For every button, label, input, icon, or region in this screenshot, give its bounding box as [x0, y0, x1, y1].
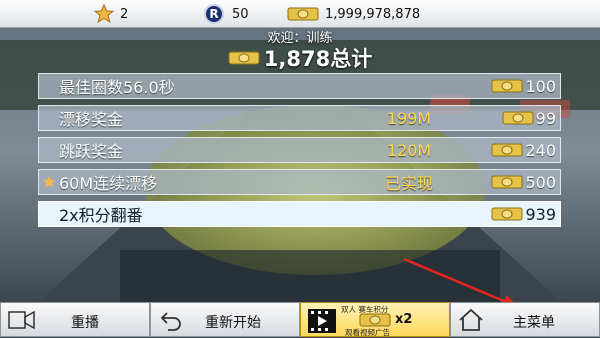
replay-camera-icon	[7, 308, 37, 336]
replay-label: 重播	[71, 315, 99, 331]
watch-video-double-button[interactable]: 双人 赛车积分 x2 观看视频广告	[300, 302, 450, 337]
replay-button[interactable]: 重播	[0, 302, 150, 337]
restart-label: 重新开始	[205, 315, 261, 331]
video-ad-text: 观看视频广告	[345, 328, 390, 337]
annotation-arrow	[403, 257, 519, 308]
main-menu-button[interactable]: 主菜单	[450, 302, 600, 337]
home-icon	[457, 308, 485, 336]
video-multiplier: x2	[395, 312, 413, 327]
bottom-action-bar: 重播 重新开始 双人 赛车积分 x2 观看视频广告 主菜单	[0, 302, 600, 337]
restart-arrow-icon	[159, 308, 185, 336]
restart-button[interactable]: 重新开始	[150, 302, 300, 337]
video-film-icon	[307, 308, 337, 338]
main-menu-label: 主菜单	[513, 315, 555, 331]
